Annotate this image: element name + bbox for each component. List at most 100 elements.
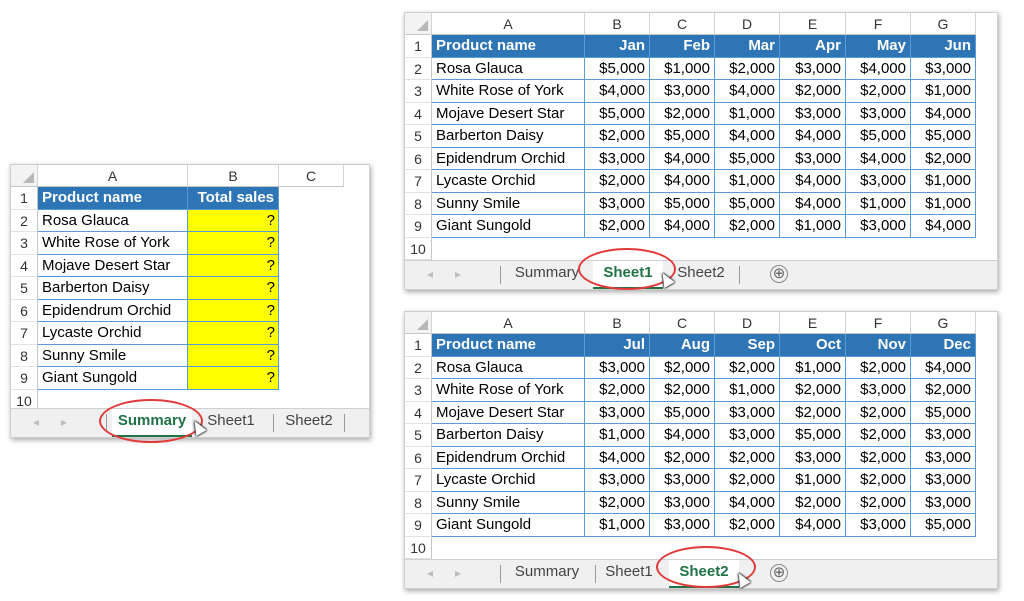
sales-value-cell[interactable]: $3,000: [846, 379, 911, 402]
tab-sheet1[interactable]: Sheet1: [599, 560, 659, 586]
sales-value-cell[interactable]: $5,000: [650, 402, 715, 425]
sales-value-cell[interactable]: $1,000: [585, 424, 650, 447]
sales-value-cell[interactable]: $2,000: [911, 148, 976, 171]
product-name-cell[interactable]: Mojave Desert Star: [38, 255, 188, 278]
sales-value-cell[interactable]: $1,000: [585, 514, 650, 537]
total-sales-cell[interactable]: ?: [188, 345, 279, 368]
select-all-corner[interactable]: [405, 13, 432, 35]
column-header-b[interactable]: B: [585, 312, 650, 334]
product-name-cell[interactable]: Sunny Smile: [432, 193, 585, 216]
sales-value-cell[interactable]: $3,000: [911, 424, 976, 447]
sales-value-cell[interactable]: $2,000: [715, 357, 780, 380]
product-name-cell[interactable]: Rosa Glauca: [432, 357, 585, 380]
product-name-cell[interactable]: Rosa Glauca: [38, 210, 188, 233]
sales-value-cell[interactable]: $1,000: [911, 193, 976, 216]
sales-value-cell[interactable]: $2,000: [715, 447, 780, 470]
tab-sheet2[interactable]: Sheet2: [671, 261, 731, 287]
tab-sheet1[interactable]: Sheet1: [201, 409, 261, 435]
sales-value-cell[interactable]: $5,000: [911, 402, 976, 425]
row-number[interactable]: 3: [405, 80, 432, 103]
sales-value-cell[interactable]: $3,000: [780, 103, 846, 126]
sales-value-cell[interactable]: $2,000: [846, 80, 911, 103]
sales-value-cell[interactable]: $2,000: [780, 492, 846, 515]
add-sheet-icon[interactable]: ⊕: [770, 564, 788, 582]
header-cell[interactable]: Dec: [911, 334, 976, 357]
sales-value-cell[interactable]: $2,000: [846, 402, 911, 425]
sales-value-cell[interactable]: $5,000: [585, 103, 650, 126]
sales-value-cell[interactable]: $2,000: [585, 170, 650, 193]
sales-value-cell[interactable]: $3,000: [846, 170, 911, 193]
sales-value-cell[interactable]: $4,000: [911, 357, 976, 380]
column-header-c[interactable]: C: [650, 13, 715, 35]
row-number[interactable]: 5: [405, 125, 432, 148]
sales-value-cell[interactable]: $5,000: [911, 125, 976, 148]
sales-value-cell[interactable]: $5,000: [780, 424, 846, 447]
total-sales-cell[interactable]: ?: [188, 210, 279, 233]
select-all-corner[interactable]: [405, 312, 432, 334]
row-number[interactable]: 7: [405, 469, 432, 492]
sales-value-cell[interactable]: $1,000: [846, 193, 911, 216]
sales-value-cell[interactable]: $4,000: [780, 193, 846, 216]
sales-value-cell[interactable]: $3,000: [846, 514, 911, 537]
sales-value-cell[interactable]: $4,000: [780, 125, 846, 148]
product-name-cell[interactable]: Barberton Daisy: [432, 125, 585, 148]
product-name-cell[interactable]: Mojave Desert Star: [432, 103, 585, 126]
sales-value-cell[interactable]: $2,000: [846, 424, 911, 447]
header-cell[interactable]: May: [846, 35, 911, 58]
column-header-d[interactable]: D: [715, 13, 780, 35]
column-header-e[interactable]: E: [780, 312, 846, 334]
select-all-corner[interactable]: [11, 165, 38, 187]
sales-value-cell[interactable]: $3,000: [715, 402, 780, 425]
sales-value-cell[interactable]: $3,000: [650, 514, 715, 537]
row-number[interactable]: 9: [11, 367, 38, 390]
sales-value-cell[interactable]: $3,000: [911, 58, 976, 81]
sales-value-cell[interactable]: $3,000: [585, 148, 650, 171]
sales-value-cell[interactable]: $2,000: [585, 125, 650, 148]
row-number[interactable]: 3: [11, 232, 38, 255]
header-cell[interactable]: Product name: [38, 187, 188, 210]
sales-value-cell[interactable]: $2,000: [780, 379, 846, 402]
sales-value-cell[interactable]: $2,000: [585, 492, 650, 515]
row-number[interactable]: 9: [405, 514, 432, 537]
sales-value-cell[interactable]: $4,000: [650, 170, 715, 193]
row-number[interactable]: 4: [405, 402, 432, 425]
column-header-d[interactable]: D: [715, 312, 780, 334]
row-number[interactable]: 6: [11, 300, 38, 323]
product-name-cell[interactable]: Sunny Smile: [38, 345, 188, 368]
sales-value-cell[interactable]: $1,000: [715, 379, 780, 402]
product-name-cell[interactable]: Giant Sungold: [38, 367, 188, 390]
tab-sheet2[interactable]: Sheet2: [279, 409, 339, 435]
sales-value-cell[interactable]: $1,000: [780, 469, 846, 492]
sales-value-cell[interactable]: $2,000: [650, 357, 715, 380]
row-number[interactable]: 8: [405, 492, 432, 515]
row-number[interactable]: 2: [11, 210, 38, 233]
row-number[interactable]: 5: [11, 277, 38, 300]
sales-value-cell[interactable]: $2,000: [715, 469, 780, 492]
sales-value-cell[interactable]: $2,000: [846, 469, 911, 492]
sales-value-cell[interactable]: $2,000: [911, 379, 976, 402]
sales-value-cell[interactable]: $4,000: [650, 148, 715, 171]
row-number[interactable]: 6: [405, 447, 432, 470]
sales-value-cell[interactable]: $5,000: [846, 125, 911, 148]
column-header-e[interactable]: E: [780, 13, 846, 35]
tab-nav-right-icon[interactable]: ▸: [455, 566, 461, 580]
sales-value-cell[interactable]: $3,000: [650, 80, 715, 103]
product-name-cell[interactable]: White Rose of York: [432, 379, 585, 402]
column-header-g[interactable]: G: [911, 312, 976, 334]
sales-value-cell[interactable]: $5,000: [650, 193, 715, 216]
row-number[interactable]: 1: [11, 187, 38, 210]
sales-value-cell[interactable]: $4,000: [780, 170, 846, 193]
sales-value-cell[interactable]: $4,000: [911, 215, 976, 238]
column-header-g[interactable]: G: [911, 13, 976, 35]
total-sales-cell[interactable]: ?: [188, 277, 279, 300]
add-sheet-icon[interactable]: ⊕: [770, 265, 788, 283]
sales-value-cell[interactable]: $4,000: [780, 514, 846, 537]
sales-value-cell[interactable]: $4,000: [715, 80, 780, 103]
sales-value-cell[interactable]: $5,000: [911, 514, 976, 537]
product-name-cell[interactable]: Lycaste Orchid: [432, 469, 585, 492]
row-number[interactable]: 7: [405, 170, 432, 193]
header-cell[interactable]: Total sales: [188, 187, 279, 210]
tab-summary[interactable]: Summary: [507, 261, 587, 287]
header-cell[interactable]: Jun: [911, 35, 976, 58]
header-cell[interactable]: Nov: [846, 334, 911, 357]
